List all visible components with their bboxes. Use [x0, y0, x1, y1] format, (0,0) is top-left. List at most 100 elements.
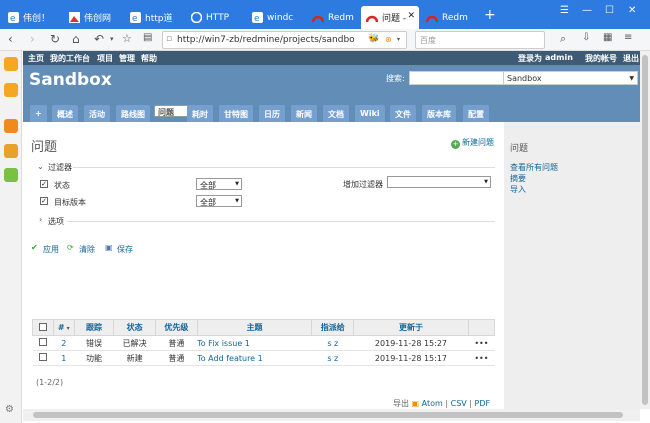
- col-tracker[interactable]: 跟踪: [73, 319, 115, 336]
- col-assignee[interactable]: 指派给: [311, 319, 355, 336]
- tab-documents[interactable]: 文档: [323, 105, 349, 122]
- topmenu-logout[interactable]: 退出: [623, 53, 639, 64]
- scrollbar-thumb[interactable]: [33, 412, 623, 418]
- star-icon[interactable]: ☆: [122, 32, 132, 45]
- sidebar-link-import[interactable]: 导入: [510, 184, 526, 195]
- issue-id[interactable]: 1: [53, 350, 75, 366]
- favorites-icon[interactable]: [4, 57, 18, 71]
- browser-tab[interactable]: Redm: [421, 6, 479, 29]
- row-actions-icon[interactable]: •••: [468, 335, 495, 351]
- select-all-checkbox[interactable]: [38, 322, 47, 331]
- export-csv-link[interactable]: CSV: [451, 399, 467, 408]
- forward-icon[interactable]: ›: [30, 32, 35, 46]
- new-issue-link[interactable]: + 新建问题: [451, 137, 494, 149]
- app-icon[interactable]: [4, 168, 18, 182]
- tab-wiki[interactable]: Wiki: [355, 105, 385, 122]
- options-legend[interactable]: 选项: [48, 216, 64, 227]
- close-tab-icon[interactable]: ✕: [407, 11, 415, 21]
- tab-new[interactable]: +: [30, 105, 47, 122]
- project-title[interactable]: Sandbox: [29, 70, 112, 90]
- reader-icon[interactable]: ▤: [143, 32, 152, 43]
- issue-id[interactable]: 2: [53, 335, 75, 351]
- maximize-icon[interactable]: ☐: [605, 5, 614, 16]
- browser-tab[interactable]: 伟创网: [63, 6, 121, 29]
- browser-tab[interactable]: Redm: [307, 6, 359, 29]
- tab-roadmap[interactable]: 路线图: [116, 105, 150, 122]
- search-input[interactable]: 百度: [415, 31, 545, 49]
- export-atom-link[interactable]: Atom: [422, 399, 443, 408]
- table-row[interactable]: 2 错误 已解决 普通 To Fix issue 1 s z 2019-11-2…: [32, 335, 495, 351]
- row-checkbox[interactable]: [38, 338, 47, 346]
- rss-icon[interactable]: ⊛: [385, 35, 392, 44]
- grid-icon[interactable]: ▦: [603, 32, 612, 43]
- settings-icon[interactable]: ⚙: [5, 404, 14, 415]
- filters-toggle-icon[interactable]: ⌄: [37, 162, 44, 171]
- menu-icon[interactable]: ☰: [560, 5, 569, 16]
- tab-gantt[interactable]: 甘特图: [219, 105, 253, 122]
- tab-overview[interactable]: 概述: [52, 105, 78, 122]
- issue-subject[interactable]: To Fix issue 1: [197, 335, 312, 351]
- tab-repository[interactable]: 版本库: [422, 105, 456, 122]
- export-pdf-link[interactable]: PDF: [475, 399, 491, 408]
- vertical-scrollbar[interactable]: [640, 51, 650, 409]
- filter-version-operator[interactable]: 全部: [196, 195, 242, 207]
- chevron-down-icon[interactable]: ▾: [110, 35, 114, 43]
- horizontal-scrollbar[interactable]: [23, 409, 640, 421]
- tab-activity[interactable]: 活动: [84, 105, 110, 122]
- rss-icon[interactable]: [4, 119, 18, 133]
- minimize-icon[interactable]: —: [582, 5, 592, 16]
- row-checkbox[interactable]: [38, 353, 47, 361]
- undo-icon[interactable]: ↶: [94, 32, 104, 46]
- back-icon[interactable]: ‹: [8, 32, 13, 46]
- topmenu-myaccount[interactable]: 我的帐号: [585, 53, 617, 64]
- tab-news[interactable]: 新闻: [291, 105, 317, 122]
- add-filter-select[interactable]: [387, 176, 491, 188]
- row-actions-icon[interactable]: •••: [468, 350, 495, 366]
- issue-subject[interactable]: To Add feature 1: [197, 350, 312, 366]
- topmenu-admin[interactable]: 管理: [119, 53, 135, 64]
- col-priority[interactable]: 优先级: [155, 319, 198, 336]
- logged-user[interactable]: admin: [545, 53, 573, 62]
- browser-tab[interactable]: e windc: [246, 6, 304, 29]
- address-bar[interactable]: ▫ http://win7-zb/redmine/projects/sandbo…: [162, 31, 407, 49]
- options-toggle-icon[interactable]: ›: [39, 215, 42, 224]
- save-query-link[interactable]: 保存: [117, 244, 133, 255]
- project-jump-select[interactable]: Sandbox ▼: [503, 71, 638, 85]
- browser-tab[interactable]: HTTP: [185, 6, 243, 29]
- filter-status-checkbox[interactable]: ✓: [40, 180, 48, 188]
- col-status[interactable]: 状态: [113, 319, 157, 336]
- close-window-icon[interactable]: ✕: [628, 5, 636, 16]
- scrollbar-thumb[interactable]: [642, 55, 648, 405]
- topmenu-home[interactable]: 主页: [28, 53, 44, 64]
- search-icon[interactable]: ⌕: [560, 32, 566, 46]
- tab-calendar[interactable]: 日历: [259, 105, 285, 122]
- menu-icon[interactable]: ≡: [624, 32, 632, 43]
- home-icon[interactable]: ⌂: [72, 32, 80, 46]
- col-updated[interactable]: 更新于: [353, 319, 469, 336]
- chevron-down-icon[interactable]: ▾: [397, 36, 400, 43]
- issue-assignee[interactable]: s z: [311, 350, 354, 366]
- tab-settings[interactable]: 配置: [463, 105, 489, 122]
- download-icon[interactable]: ⇩: [582, 32, 590, 43]
- new-tab-button[interactable]: +: [484, 7, 496, 23]
- notes-icon[interactable]: [4, 83, 18, 97]
- issue-assignee[interactable]: s z: [311, 335, 354, 351]
- table-row[interactable]: 1 功能 新建 普通 To Add feature 1 s z 2019-11-…: [32, 350, 495, 366]
- col-subject[interactable]: 主题: [196, 319, 313, 336]
- reload-icon[interactable]: ↻: [50, 32, 60, 46]
- browser-tab-active[interactable]: 问题 - ✕: [361, 6, 419, 29]
- sidebar-link-summary[interactable]: 摘要: [510, 173, 526, 184]
- browser-tab[interactable]: e http道: [124, 6, 182, 29]
- topmenu-projects[interactable]: 项目: [97, 53, 113, 64]
- weibo-icon[interactable]: [4, 144, 18, 158]
- clear-link[interactable]: 清除: [79, 244, 95, 255]
- extension-icon[interactable]: 🐝: [368, 34, 379, 44]
- topmenu-mypage[interactable]: 我的工作台: [50, 53, 90, 64]
- apply-link[interactable]: 应用: [43, 244, 59, 255]
- sidebar-link-all-issues[interactable]: 查看所有问题: [510, 162, 558, 173]
- filter-status-operator[interactable]: 全部: [196, 178, 242, 190]
- filter-version-checkbox[interactable]: ✓: [40, 197, 48, 205]
- tab-files[interactable]: 文件: [390, 105, 416, 122]
- browser-tab[interactable]: e 伟创！: [2, 6, 60, 29]
- filters-legend[interactable]: 过滤器: [48, 162, 72, 173]
